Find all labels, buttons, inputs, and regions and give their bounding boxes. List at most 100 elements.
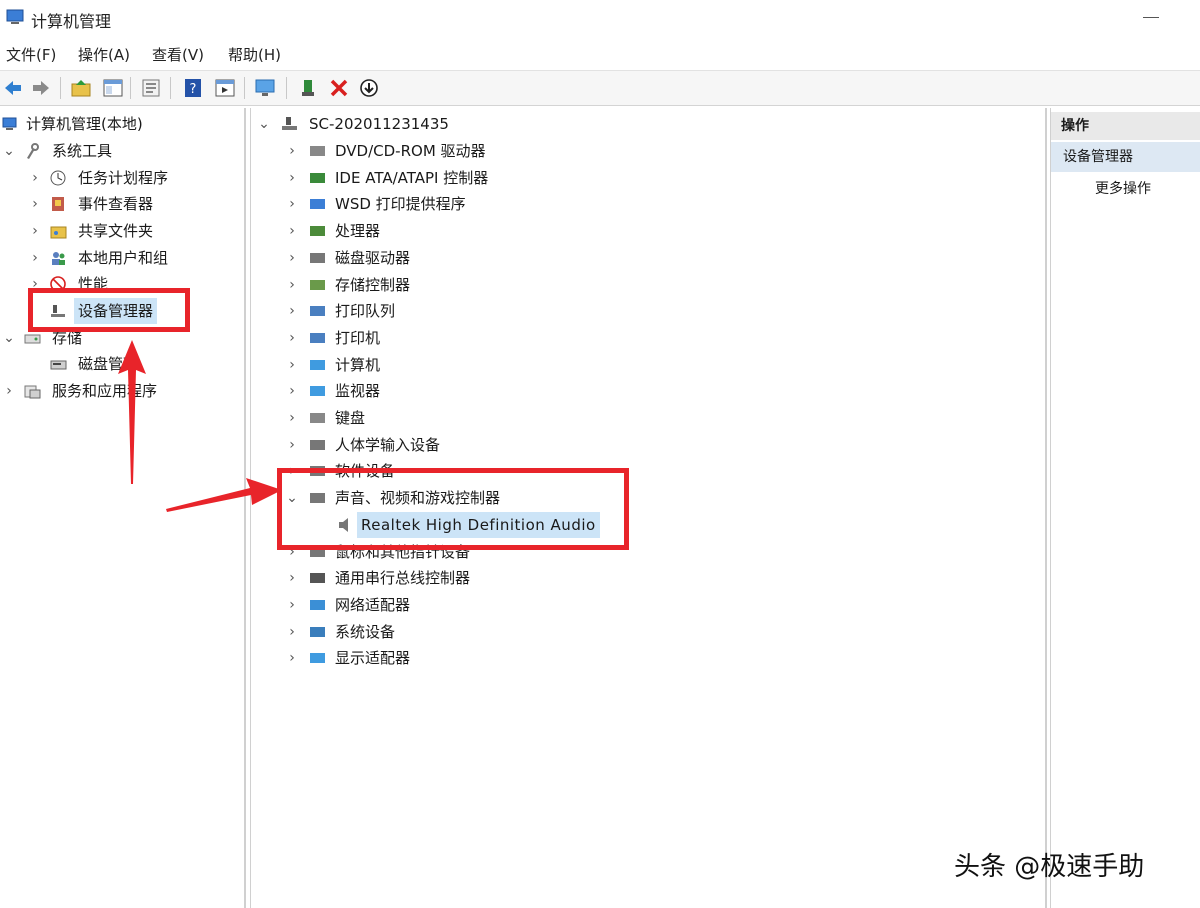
chevron-right-icon[interactable]: ›: [28, 245, 42, 271]
annotation-right-arrow-icon: [166, 478, 282, 512]
dvd-icon: [310, 146, 325, 156]
chevron-right-icon[interactable]: ›: [285, 191, 299, 217]
computer-icon: [310, 359, 325, 370]
properties-icon[interactable]: [214, 77, 236, 99]
chevron-down-icon[interactable]: ⌄: [2, 325, 16, 351]
usb-icon: [310, 573, 325, 584]
minimize-button[interactable]: [1143, 17, 1159, 18]
export-icon[interactable]: [140, 77, 162, 99]
chevron-right-icon[interactable]: ›: [285, 352, 299, 378]
chevron-right-icon[interactable]: ›: [28, 165, 42, 191]
processor-icon: [310, 226, 325, 237]
actions-header: 操作: [1051, 112, 1200, 140]
download-icon[interactable]: [358, 77, 380, 99]
chevron-right-icon[interactable]: ›: [285, 592, 299, 618]
title-bar: 计算机管理: [0, 0, 1200, 38]
toolbar-separator: [244, 77, 245, 99]
computer-icon: [282, 117, 297, 130]
device-category-label: 网络适配器: [335, 595, 411, 614]
annotation-up-arrow-icon: [118, 340, 146, 484]
svg-text:?: ?: [190, 82, 197, 97]
toolbar-separator: [60, 77, 61, 99]
chevron-right-icon[interactable]: ›: [285, 165, 299, 191]
computer-management-icon: [6, 9, 24, 24]
chevron-right-icon[interactable]: ›: [285, 245, 299, 271]
device-category-label: 打印队列: [335, 302, 396, 321]
chevron-right-icon[interactable]: ›: [285, 378, 299, 404]
tree-item-label: 共享文件夹: [78, 222, 154, 240]
menu-help[interactable]: 帮助(H): [228, 44, 281, 65]
device-category-label: 打印机: [335, 328, 381, 347]
clock-icon: [50, 170, 66, 186]
device-category-label: 计算机: [335, 355, 381, 374]
update-driver-icon[interactable]: [298, 77, 320, 99]
chevron-right-icon[interactable]: ›: [285, 298, 299, 324]
device-category-label: 监视器: [335, 382, 381, 401]
computer-management-icon: [2, 117, 17, 130]
disk-drive-icon: [310, 252, 325, 263]
device-category-label: 键盘: [335, 409, 366, 427]
highlight-box: [277, 468, 629, 550]
device-category-label: 磁盘驱动器: [335, 248, 411, 267]
highlight-box: [28, 288, 190, 332]
menu-action[interactable]: 操作(A): [78, 44, 130, 65]
chevron-right-icon[interactable]: ›: [28, 218, 42, 244]
device-category-label: 存储控制器: [335, 275, 411, 294]
toolbar: ?: [0, 70, 1200, 106]
system-icon: [310, 626, 325, 637]
chevron-right-icon[interactable]: ›: [285, 432, 299, 458]
services-icon: [24, 385, 41, 399]
computer-name: SC-202011231435: [309, 115, 449, 133]
forward-icon[interactable]: [30, 77, 52, 99]
device-category-label: 处理器: [335, 222, 381, 241]
hid-icon: [310, 439, 325, 450]
action-device-manager[interactable]: 设备管理器: [1051, 142, 1200, 172]
device-tree-panel: ⌄ SC-202011231435 › DVD/CD-ROM 驱动器 › IDE AT…: [250, 108, 1047, 908]
menu-file[interactable]: 文件(F): [6, 44, 56, 65]
device-category-label: IDE ATA/ATAPI 控制器: [335, 168, 489, 187]
printer-icon: [310, 332, 325, 343]
chevron-right-icon[interactable]: ›: [285, 138, 299, 164]
shared-folder-icon: [50, 226, 67, 239]
help-icon[interactable]: ?: [182, 77, 204, 99]
monitor-icon[interactable]: [254, 77, 276, 99]
actions-panel: 操作 设备管理器 更多操作: [1050, 108, 1200, 908]
more-actions-link[interactable]: 更多操作: [1095, 178, 1151, 198]
tree-item-label: 本地用户和组: [78, 249, 169, 267]
up-folder-icon[interactable]: [70, 77, 92, 99]
tree-root-label: 计算机管理(本地): [26, 115, 143, 133]
chevron-right-icon[interactable]: ›: [28, 191, 42, 217]
tree-item-label: 任务计划程序: [78, 169, 169, 187]
uninstall-icon[interactable]: [328, 77, 350, 99]
chevron-down-icon[interactable]: ⌄: [257, 111, 271, 137]
monitor-icon: [310, 386, 325, 397]
chevron-right-icon[interactable]: ›: [285, 405, 299, 431]
chevron-right-icon[interactable]: ›: [285, 645, 299, 671]
storage-icon: [24, 334, 41, 344]
disk-icon: [50, 360, 67, 370]
show-hide-console-icon[interactable]: [102, 77, 124, 99]
chevron-right-icon[interactable]: ›: [285, 272, 299, 298]
chevron-right-icon[interactable]: ›: [285, 218, 299, 244]
menu-view[interactable]: 查看(V): [152, 44, 204, 65]
device-category-label: 系统设备: [335, 622, 396, 641]
chevron-right-icon[interactable]: ›: [285, 565, 299, 591]
chevron-right-icon[interactable]: ›: [285, 325, 299, 351]
toolbar-separator: [170, 77, 171, 99]
ide-icon: [310, 172, 325, 183]
display-adapter-icon: [310, 653, 325, 664]
device-category-label: 显示适配器: [335, 649, 411, 668]
chevron-right-icon[interactable]: ›: [285, 619, 299, 645]
keyboard-icon: [310, 413, 325, 423]
network-icon: [310, 599, 325, 610]
window-title: 计算机管理: [31, 12, 112, 31]
device-category-label: WSD 打印提供程序: [335, 195, 466, 214]
back-icon[interactable]: [2, 77, 24, 99]
tools-icon: [27, 143, 39, 159]
chevron-right-icon[interactable]: ›: [2, 378, 16, 404]
device-category-label: DVD/CD-ROM 驱动器: [335, 142, 486, 160]
storage-controller-icon: [310, 279, 325, 290]
print-queue-icon: [310, 306, 325, 317]
chevron-down-icon[interactable]: ⌄: [2, 138, 16, 164]
event-viewer-icon: [52, 197, 64, 211]
